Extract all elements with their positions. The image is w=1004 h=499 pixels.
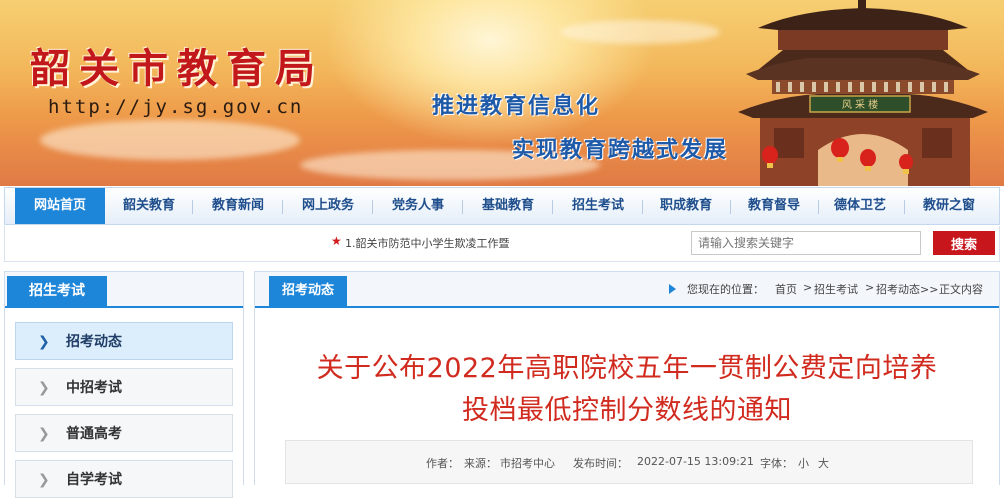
article-meta: 作者： 来源： 市招考中心 发布时间： 2022-07-15 13:09:21 … (285, 440, 973, 484)
nav-separator (282, 200, 283, 214)
nav-item-education-supervision[interactable]: 教育督导 (731, 188, 817, 224)
article-title-line1: 关于公布2022年高职院校五年一贯制公费定向培养 (316, 353, 938, 384)
nav-item-party-personnel[interactable]: 党务人事 (375, 188, 461, 224)
location-arrow-icon (669, 284, 676, 294)
nav-item-admissions-exams[interactable]: 招生考试 (555, 188, 641, 224)
article-title-line2: 投档最低控制分数线的通知 (462, 395, 792, 426)
ticker-search-bar: ★ 1.韶关市防范中小学生欺凌工作暨 搜索 (4, 226, 1000, 262)
breadcrumb-admissions-exams[interactable]: 招生考试 (814, 281, 858, 297)
date-label: 发布时间： (573, 457, 628, 470)
nav-item-home[interactable]: 网站首页 (15, 188, 105, 224)
svg-text:风 采 楼: 风 采 楼 (842, 98, 878, 111)
sidebar-item-label: 招考动态 (66, 334, 122, 350)
sidebar-item-college-entrance-exam[interactable]: ❯ 普通高考 (15, 414, 233, 452)
news-ticker-link[interactable]: 1.韶关市防范中小学生欺凌工作暨 (345, 235, 510, 251)
font-size-label: 字体： (760, 457, 793, 470)
cloud-decoration (40, 120, 300, 160)
star-icon: ★ (331, 234, 342, 248)
nav-item-basic-education[interactable]: 基础教育 (465, 188, 551, 224)
nav-separator (552, 200, 553, 214)
nav-item-education-news[interactable]: 教育新闻 (195, 188, 281, 224)
chevron-right-icon: ❯ (38, 426, 50, 442)
main-section-tab: 招考动态 (269, 276, 347, 306)
breadcrumb-separator: > (803, 281, 813, 294)
main-nav: 网站首页 韶关教育 教育新闻 网上政务 党务人事 基础教育 招生考试 职成教育 … (4, 187, 1000, 225)
chevron-right-icon: ❯ (38, 334, 50, 350)
sidebar-item-label: 中招考试 (66, 380, 122, 396)
sidebar-header: 招生考试 (5, 272, 243, 308)
nav-item-shaoguan-education[interactable]: 韶关教育 (107, 188, 191, 224)
nav-item-research-window[interactable]: 教研之窗 (905, 188, 993, 224)
search-input[interactable] (691, 231, 921, 255)
main-content: 招考动态 您现在的位置： 首页 > 招生考试 > 招考动态>> 正文内容 关于公… (254, 271, 1000, 485)
chevron-right-icon: ❯ (38, 380, 50, 396)
publish-date: 2022-07-15 13:09:21 (637, 455, 754, 468)
sidebar-item-label: 普通高考 (66, 426, 122, 442)
breadcrumb-admissions-news[interactable]: 招考动态>> (876, 281, 938, 297)
sidebar: 招生考试 ❯ 招考动态 ❯ 中招考试 ❯ 普通高考 ❯ 自学考试 (4, 271, 244, 498)
main-header: 招考动态 您现在的位置： 首页 > 招生考试 > 招考动态>> 正文内容 (255, 272, 999, 308)
site-url[interactable]: http://jy.sg.gov.cn (48, 96, 303, 118)
slogan-line2: 实现教育跨越式发展 (512, 137, 729, 163)
sidebar-item-admissions-news[interactable]: ❯ 招考动态 (15, 322, 233, 360)
font-large-button[interactable]: 大 (818, 455, 829, 471)
site-title: 韶关市教育局 (30, 45, 324, 92)
slogan-line1: 推进教育信息化 (432, 93, 601, 119)
nav-item-vocational-education[interactable]: 职成教育 (643, 188, 729, 224)
nav-item-sports-health-arts[interactable]: 德体卫艺 (817, 188, 903, 224)
breadcrumb-prefix: 您现在的位置： (687, 283, 764, 296)
sidebar-item-high-school-exam[interactable]: ❯ 中招考试 (15, 368, 233, 406)
header-banner: 韶关市教育局 http://jy.sg.gov.cn 推进教育信息化 实现教育跨… (0, 0, 1004, 186)
sidebar-item-self-study-exam[interactable]: ❯ 自学考试 (15, 460, 233, 498)
pavilion-tower-illustration: 风 采 楼 (738, 0, 988, 186)
nav-item-online-affairs[interactable]: 网上政务 (285, 188, 371, 224)
font-small-button[interactable]: 小 (798, 455, 809, 471)
source-value: 市招考中心 (500, 457, 555, 470)
nav-separator (462, 200, 463, 214)
source-label: 来源： (464, 457, 497, 470)
chevron-right-icon: ❯ (38, 472, 50, 488)
sidebar-title: 招生考试 (7, 276, 107, 306)
search-button[interactable]: 搜索 (933, 231, 995, 255)
cloud-decoration (560, 20, 720, 44)
sidebar-item-label: 自学考试 (66, 472, 122, 488)
breadcrumb-current: 正文内容 (939, 283, 983, 296)
breadcrumb-home[interactable]: 首页 (775, 281, 797, 297)
nav-separator (372, 200, 373, 214)
nav-separator (192, 200, 193, 214)
author-label: 作者： (426, 457, 459, 470)
breadcrumb-separator: > (865, 281, 875, 294)
